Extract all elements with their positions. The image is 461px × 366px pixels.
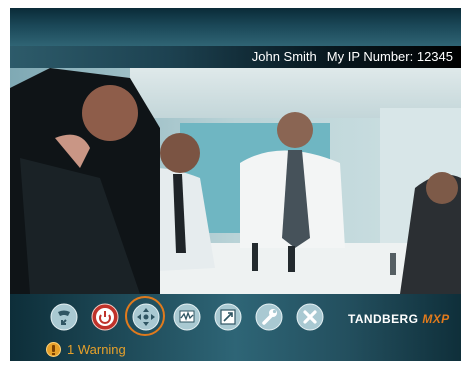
user-info: John Smith My IP Number: 12345 xyxy=(252,49,453,64)
control-bar: TANDBERG MXP 1 Warning xyxy=(10,294,461,361)
info-bar: John Smith My IP Number: 12345 xyxy=(10,46,461,68)
picture-layout-icon[interactable] xyxy=(214,303,242,331)
brand-logo: TANDBERG MXP xyxy=(348,312,450,326)
warning-icon xyxy=(46,341,61,357)
close-icon[interactable] xyxy=(296,303,324,331)
meeting-scene-image xyxy=(10,68,461,294)
video-screen: John Smith My IP Number: 12345 TANDBERG … xyxy=(10,8,461,361)
settings-icon[interactable] xyxy=(255,303,283,331)
brand-name: TANDBERG xyxy=(348,312,419,326)
toolbar: TANDBERG MXP xyxy=(10,294,461,340)
brand-suffix: MXP xyxy=(422,312,450,326)
warning-text: 1 Warning xyxy=(67,341,126,357)
ip-number: My IP Number: 12345 xyxy=(326,49,453,64)
call-icon[interactable] xyxy=(50,303,78,331)
camera-control-icon[interactable] xyxy=(125,296,165,336)
video-feed xyxy=(10,68,461,294)
presentation-icon[interactable] xyxy=(173,303,201,331)
disconnect-icon[interactable] xyxy=(91,303,119,331)
user-name: John Smith xyxy=(251,49,317,64)
warning-indicator[interactable]: 1 Warning xyxy=(46,340,126,358)
top-band xyxy=(10,8,461,46)
